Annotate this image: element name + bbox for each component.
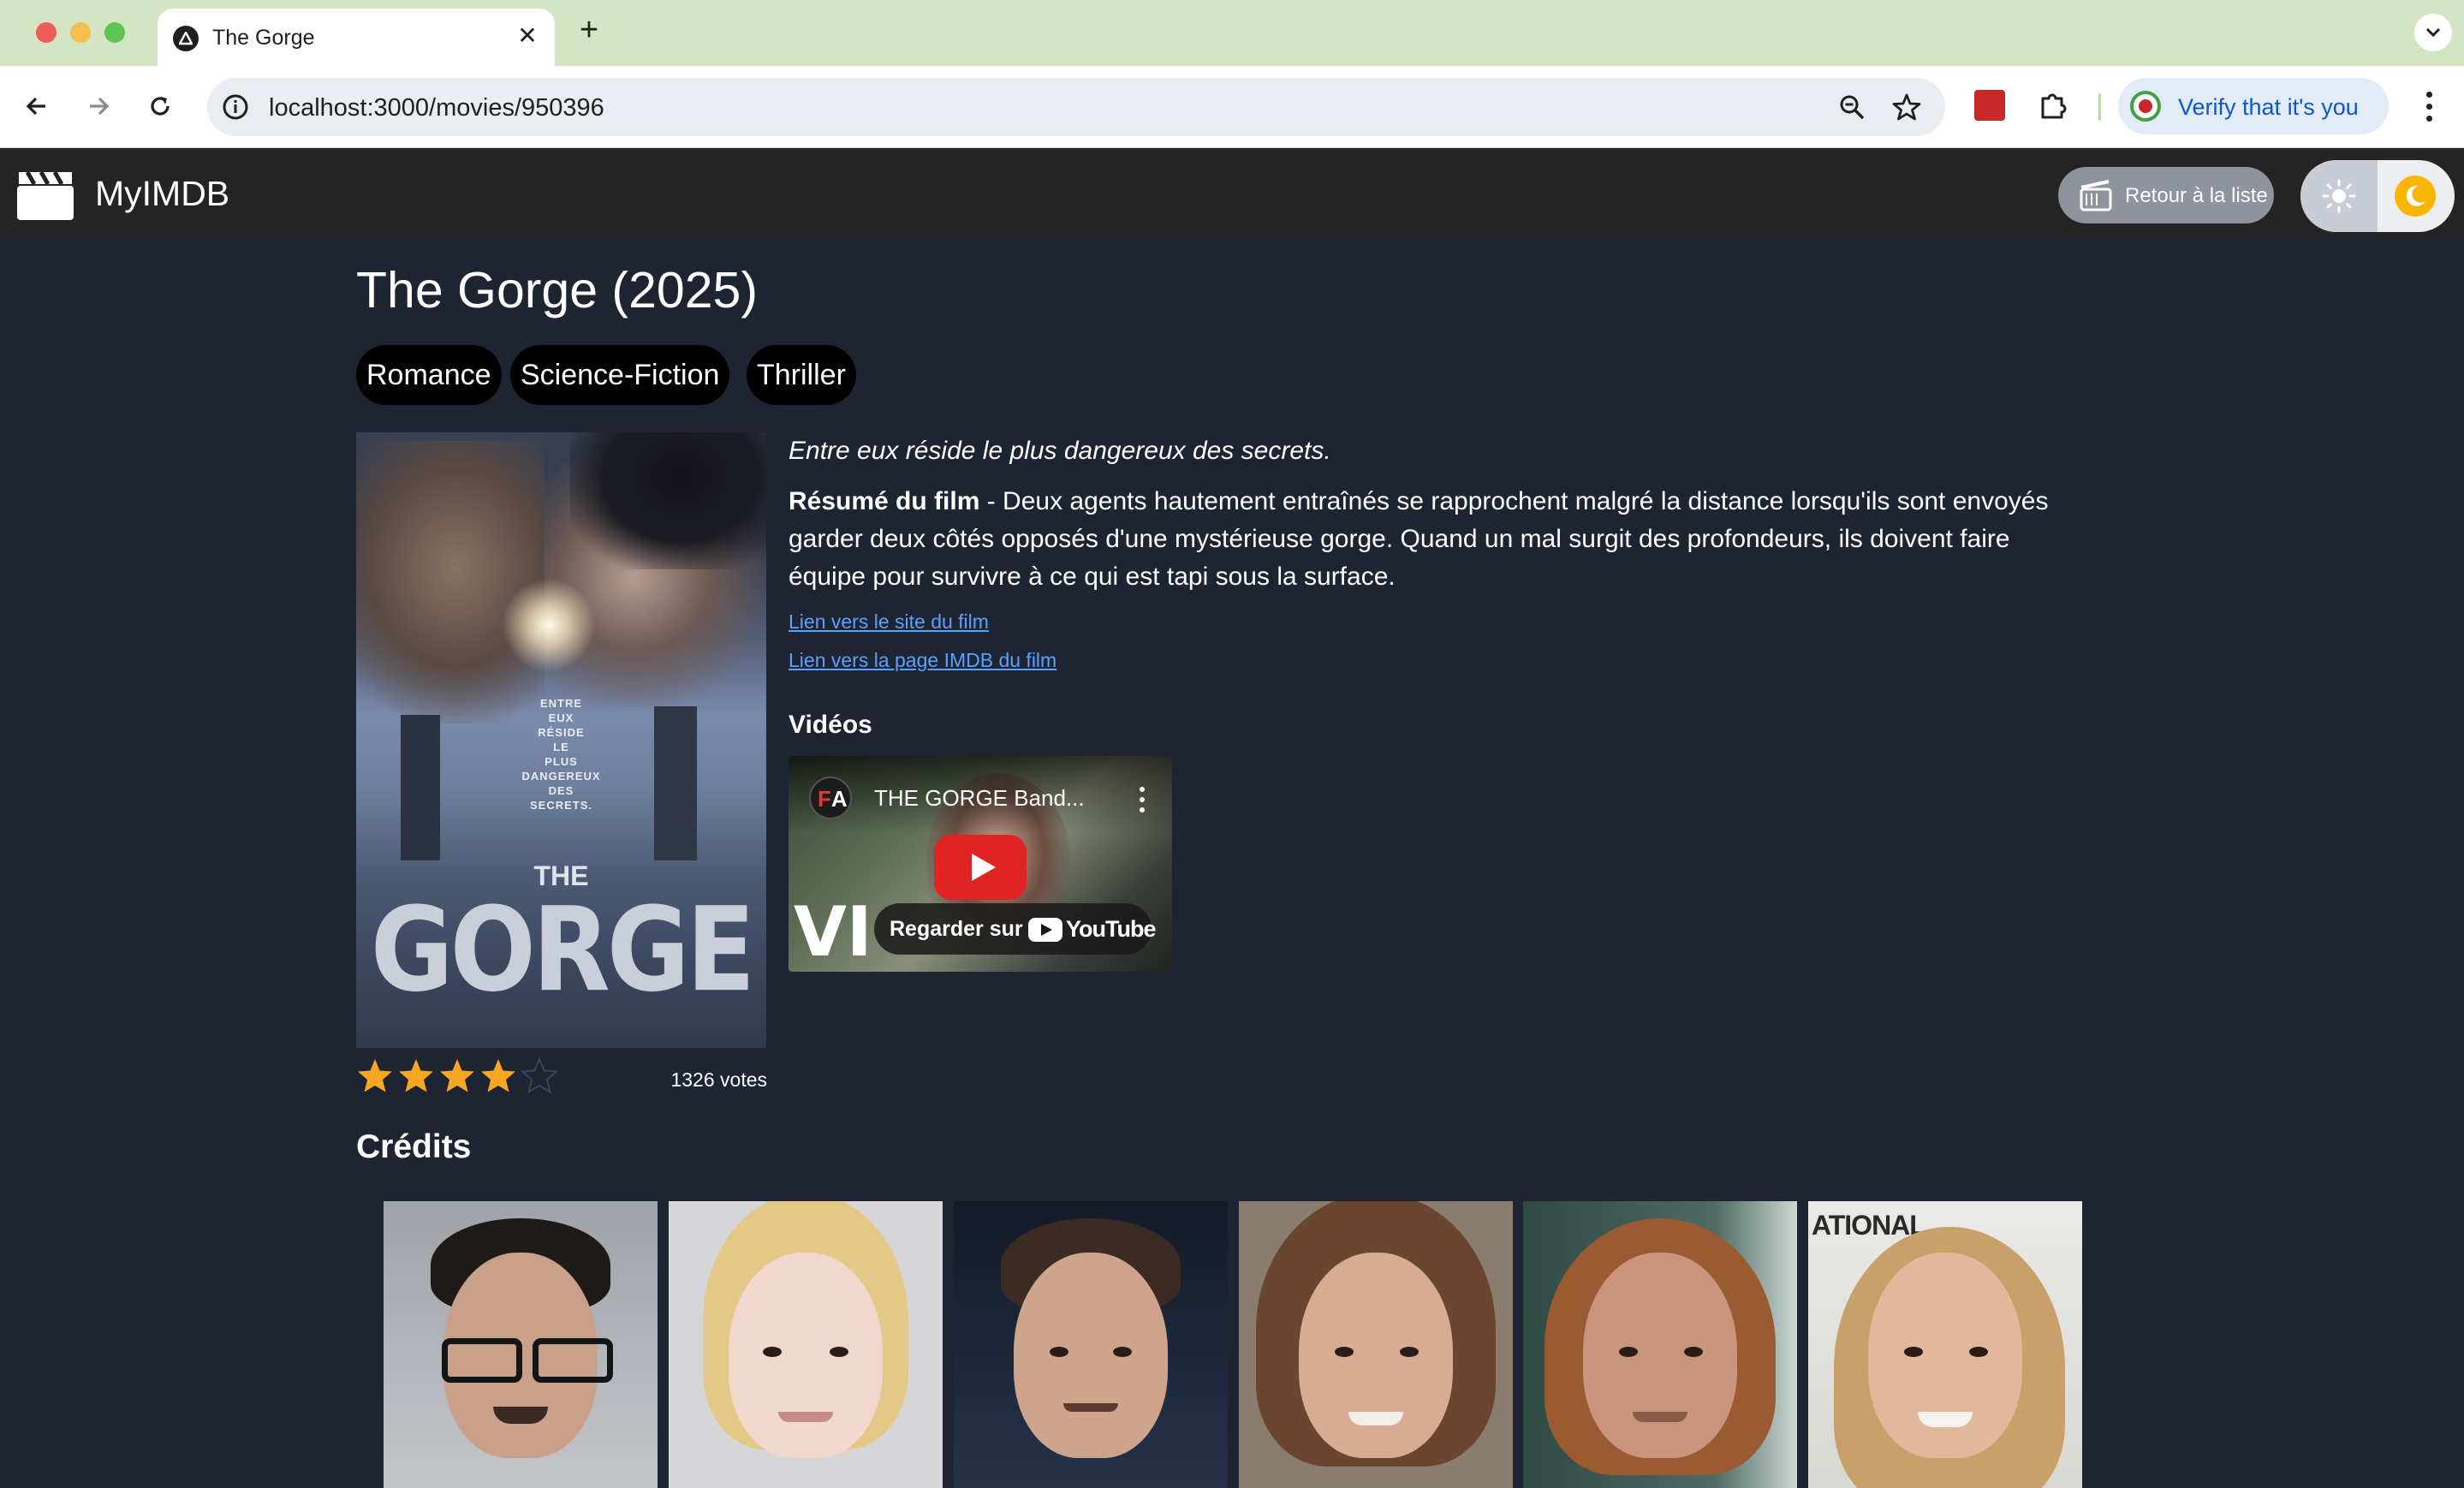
- genre-chip[interactable]: Thriller: [747, 345, 856, 405]
- theme-toggle: [2300, 160, 2455, 232]
- poster-figure: [356, 441, 545, 723]
- cast-photo[interactable]: [1239, 1201, 1513, 1488]
- bookmark-star-icon[interactable]: [1891, 92, 1922, 122]
- clapperboard-logo-icon[interactable]: [17, 169, 74, 220]
- poster-figure: [570, 432, 766, 569]
- cast-photo[interactable]: [1523, 1201, 1797, 1488]
- star-filled-icon: [481, 1059, 515, 1092]
- tab-close-icon[interactable]: ✕: [514, 22, 541, 50]
- film-icon: [2080, 180, 2112, 211]
- movie-poster: ENTRE EUX RÉSIDE LE PLUS DANGEREUX DES S…: [356, 432, 766, 1048]
- watch-on-label: Regarder sur: [890, 917, 1023, 941]
- back-to-list-label: Retour à la liste: [2125, 184, 2268, 207]
- poster-tagline: ENTRE EUX RÉSIDE LE PLUS DANGEREUX DES S…: [521, 697, 601, 812]
- cast-photo[interactable]: [669, 1201, 943, 1488]
- play-button[interactable]: [934, 835, 1027, 900]
- summary-label: Résumé du film: [789, 487, 980, 515]
- site-info-icon[interactable]: [221, 92, 250, 122]
- star-filled-icon: [399, 1059, 433, 1092]
- video-embed[interactable]: FA THE GORGE Band... VI Regarder sur You…: [789, 756, 1172, 972]
- poster-title-gorge: GORGE: [370, 881, 756, 1018]
- toolbar-separator: [2098, 93, 2101, 121]
- back-arrow-icon[interactable]: [17, 86, 57, 126]
- movie-site-link[interactable]: Lien vers le site du film: [789, 610, 989, 634]
- browser-tab[interactable]: The Gorge ✕: [158, 9, 555, 66]
- genre-chip[interactable]: Romance: [356, 345, 502, 405]
- movie-tagline: Entre eux réside le plus dangereux des s…: [789, 437, 1331, 465]
- new-tab-button[interactable]: +: [574, 14, 604, 46]
- extensions-puzzle-icon[interactable]: [2036, 88, 2070, 122]
- vote-count: 1326 votes: [670, 1068, 767, 1091]
- verify-label: Verify that it's you: [2178, 94, 2359, 120]
- rating-stars: [356, 1057, 562, 1100]
- sun-icon: [2322, 179, 2356, 213]
- tab-search-button[interactable]: [2414, 14, 2452, 51]
- videos-heading: Vidéos: [789, 711, 872, 739]
- moon-icon: [2395, 176, 2436, 217]
- window-minimize-button[interactable]: [70, 22, 91, 43]
- genre-chip[interactable]: Science-Fiction: [510, 345, 730, 405]
- reload-icon[interactable]: [140, 86, 180, 126]
- window-maximize-button[interactable]: [104, 22, 125, 43]
- extension-icon[interactable]: [1974, 90, 2005, 121]
- browser-toolbar: localhost:3000/movies/950396 Verify that…: [0, 66, 2464, 148]
- browser-tab-strip: The Gorge ✕ +: [0, 0, 2464, 66]
- app-name[interactable]: MyIMDB: [95, 174, 229, 214]
- forward-arrow-icon[interactable]: [79, 86, 118, 126]
- movie-title: The Gorge (2025): [356, 262, 758, 318]
- cast-photo[interactable]: ATIONAL: [1808, 1201, 2082, 1488]
- cast-photo[interactable]: [954, 1201, 1228, 1488]
- channel-avatar-icon[interactable]: FA: [809, 777, 852, 819]
- watch-on-youtube-button[interactable]: Regarder sur YouTube: [874, 903, 1156, 955]
- light-theme-button[interactable]: [2300, 160, 2378, 232]
- tab-title: The Gorge: [212, 26, 315, 50]
- url-text: localhost:3000/movies/950396: [269, 94, 604, 122]
- address-bar[interactable]: localhost:3000/movies/950396: [207, 78, 1945, 136]
- video-overlay-text: VI: [794, 892, 872, 972]
- star-filled-icon: [440, 1059, 474, 1092]
- credits-heading: Crédits: [356, 1128, 472, 1165]
- browser-menu-icon[interactable]: [2414, 88, 2443, 126]
- movie-summary: Résumé du film - Deux agents hautement e…: [789, 483, 2090, 596]
- cast-photo[interactable]: [384, 1201, 658, 1488]
- window-close-button[interactable]: [36, 22, 57, 43]
- imdb-page-link[interactable]: Lien vers la page IMDB du film: [789, 649, 1056, 672]
- youtube-logo-icon: YouTube: [1028, 916, 1156, 942]
- back-to-list-button[interactable]: Retour à la liste: [2058, 167, 2274, 223]
- star-empty-icon: [521, 1057, 558, 1094]
- zoom-icon[interactable]: [1837, 92, 1866, 122]
- favicon-icon: [173, 26, 199, 51]
- app-header: MyIMDB Retour à la liste: [0, 148, 2464, 239]
- video-menu-icon[interactable]: [1136, 787, 1148, 812]
- star-filled-icon: [358, 1059, 392, 1092]
- video-title[interactable]: THE GORGE Band...: [874, 785, 1085, 812]
- dark-theme-button[interactable]: [2378, 160, 2455, 232]
- verify-identity-button[interactable]: Verify that it's you: [2118, 78, 2389, 134]
- profile-avatar-icon: [2130, 91, 2161, 122]
- poster-light: [502, 578, 596, 672]
